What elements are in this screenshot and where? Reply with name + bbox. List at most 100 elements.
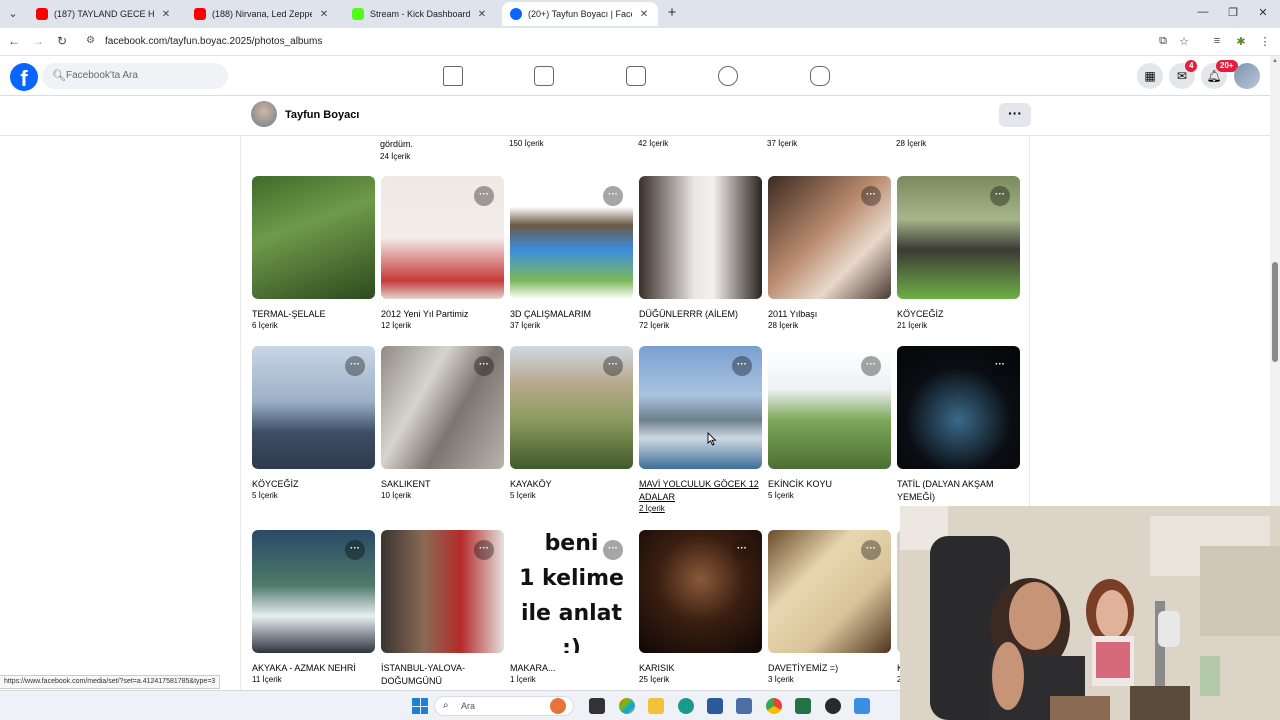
- album-thumbnail[interactable]: ···: [768, 346, 891, 469]
- album-title[interactable]: gördüm.: [380, 139, 413, 149]
- album-thumbnail[interactable]: ···: [381, 530, 504, 653]
- album-options-icon[interactable]: ···: [474, 540, 494, 560]
- album-options-icon[interactable]: ···: [603, 356, 623, 376]
- album-options-icon[interactable]: ···: [861, 540, 881, 560]
- album-title[interactable]: 3D ÇALIŞMALARIM: [510, 308, 635, 321]
- album-title[interactable]: DAVETİYEMİZ =): [768, 662, 893, 675]
- edge-browser-icon[interactable]: [678, 698, 694, 714]
- album-options-icon[interactable]: ···: [474, 356, 494, 376]
- album-title[interactable]: KÖYCEĞİZ: [897, 308, 1022, 321]
- browser-tab-active[interactable]: (20+) Tayfun Boyacı | Facebook ✕: [502, 2, 658, 26]
- bookmark-star-icon[interactable]: ☆: [1177, 35, 1191, 48]
- facebook-search-input[interactable]: 🔍︎ Facebook'ta Ara: [42, 63, 228, 89]
- scroll-up-icon[interactable]: ▲: [1271, 58, 1279, 64]
- profile-more-button[interactable]: ···: [999, 103, 1031, 127]
- facebook-logo-icon[interactable]: f: [10, 63, 38, 91]
- album-title[interactable]: TATİL (DALYAN AKŞAM YEMEĞİ): [897, 478, 1022, 504]
- album-title[interactable]: EKİNCİK KOYU: [768, 478, 893, 491]
- mail-icon[interactable]: [736, 698, 752, 714]
- close-window-icon[interactable]: ✕: [1256, 6, 1270, 19]
- album-thumbnail[interactable]: ···: [510, 346, 633, 469]
- close-tab-icon[interactable]: ✕: [160, 9, 172, 20]
- file-explorer-icon[interactable]: [648, 698, 664, 714]
- windows-start-icon[interactable]: [412, 698, 428, 714]
- album-thumbnail[interactable]: ···: [639, 346, 762, 469]
- album-title[interactable]: KÖYCEĞİZ: [252, 478, 377, 491]
- album-thumbnail[interactable]: ···: [639, 530, 762, 653]
- forward-arrow-icon[interactable]: →: [30, 34, 46, 48]
- album-title[interactable]: İSTANBUL-YALOVA-DOĞUMGÜNÜ: [381, 662, 506, 688]
- album-title[interactable]: 2011 Yılbaşı: [768, 308, 893, 321]
- album-options-icon[interactable]: ···: [990, 356, 1010, 376]
- album-title[interactable]: KARISIK: [639, 662, 764, 675]
- close-tab-icon[interactable]: ✕: [318, 9, 330, 20]
- marketplace-icon[interactable]: [626, 66, 646, 86]
- app-icon[interactable]: [854, 698, 870, 714]
- store-icon[interactable]: [707, 698, 723, 714]
- extension-icon[interactable]: ✱: [1234, 35, 1248, 48]
- video-icon[interactable]: [534, 66, 554, 86]
- album-options-icon[interactable]: ···: [861, 356, 881, 376]
- album-thumbnail[interactable]: [252, 176, 375, 299]
- copilot-icon[interactable]: [619, 698, 635, 714]
- site-info-icon[interactable]: ⚙: [86, 35, 95, 46]
- album-thumbnail[interactable]: ···: [510, 176, 633, 299]
- album-title[interactable]: MAVİ YOLCULUK GÖCEK 12 ADALAR: [639, 478, 764, 504]
- obs-icon[interactable]: [825, 698, 841, 714]
- album-options-icon[interactable]: ···: [603, 540, 623, 560]
- album-options-icon[interactable]: ···: [861, 186, 881, 206]
- minimize-icon[interactable]: —: [1196, 6, 1210, 18]
- new-tab-button[interactable]: +: [664, 5, 680, 21]
- omnibox[interactable]: ⚙ facebook.com/tayfun.boyac.2025/photos_…: [80, 31, 1200, 53]
- album-thumbnail[interactable]: ···: [252, 530, 375, 653]
- album-title[interactable]: KAYAKÖY: [510, 478, 635, 491]
- album-thumbnail[interactable]: ···: [768, 530, 891, 653]
- album-title[interactable]: TERMAL-ŞELALE: [252, 308, 377, 321]
- album-options-icon[interactable]: ···: [732, 356, 752, 376]
- close-tab-icon[interactable]: ✕: [476, 9, 488, 20]
- restore-icon[interactable]: ❐: [1226, 6, 1240, 19]
- album-title[interactable]: AKYAKA - AZMAK NEHRİ: [252, 662, 377, 675]
- close-tab-icon[interactable]: ✕: [638, 9, 650, 20]
- album-title[interactable]: SAKLIKENT: [381, 478, 506, 491]
- install-app-icon[interactable]: ⧉: [1156, 35, 1170, 48]
- album-thumbnail[interactable]: ···: [381, 346, 504, 469]
- taskbar-widget-icon[interactable]: [550, 698, 566, 714]
- groups-icon[interactable]: [718, 66, 738, 86]
- gaming-icon[interactable]: [810, 66, 830, 86]
- spreadsheet-icon[interactable]: [795, 698, 811, 714]
- account-avatar[interactable]: [1234, 63, 1260, 89]
- back-arrow-icon[interactable]: ←: [6, 34, 22, 48]
- album-options-icon[interactable]: ···: [603, 186, 623, 206]
- tab-search-chevron-icon[interactable]: ⌄: [4, 5, 22, 23]
- album-thumbnail[interactable]: ···: [252, 346, 375, 469]
- album-options-icon[interactable]: ···: [732, 540, 752, 560]
- task-view-icon[interactable]: [589, 698, 605, 714]
- browser-tab[interactable]: (187) TAYLAND GECE HAYATI - ✕: [28, 2, 180, 26]
- profile-avatar[interactable]: [251, 101, 277, 127]
- album-options-icon[interactable]: ···: [345, 356, 365, 376]
- album-title[interactable]: 2012 Yeni Yıl Partimiz: [381, 308, 506, 321]
- album-thumbnail[interactable]: ···: [381, 176, 504, 299]
- reload-icon[interactable]: ↻: [54, 34, 70, 48]
- album-options-icon[interactable]: ···: [990, 186, 1010, 206]
- menu-grid-icon[interactable]: ▦: [1137, 63, 1163, 89]
- album-thumbnail[interactable]: ···: [768, 176, 891, 299]
- chrome-icon[interactable]: [766, 698, 782, 714]
- album-options-icon[interactable]: ···: [474, 186, 494, 206]
- browser-menu-icon[interactable]: ⋮: [1258, 35, 1272, 48]
- album-thumbnail[interactable]: beni 1 kelime ile anlat :) ···: [510, 530, 633, 653]
- browser-tab[interactable]: Stream - Kick Dashboard ✕: [344, 2, 496, 26]
- album-title[interactable]: DÜĞÜNLERRR (AİLEM): [639, 308, 764, 321]
- browser-tab[interactable]: (188) Nirvana, Led Zeppelin, Bo ✕: [186, 2, 338, 26]
- reading-list-icon[interactable]: ≡: [1210, 35, 1224, 47]
- profile-name[interactable]: Tayfun Boyacı: [285, 109, 359, 121]
- home-icon[interactable]: [443, 66, 463, 86]
- url-text[interactable]: facebook.com/tayfun.boyac.2025/photos_al…: [105, 36, 322, 47]
- album-options-icon[interactable]: ···: [345, 540, 365, 560]
- album-thumbnail[interactable]: ···: [897, 176, 1020, 299]
- album-title[interactable]: MAKARA...: [510, 662, 635, 675]
- scrollbar-thumb[interactable]: [1272, 262, 1278, 362]
- album-thumbnail[interactable]: [639, 176, 762, 299]
- album-thumbnail[interactable]: ···: [897, 346, 1020, 469]
